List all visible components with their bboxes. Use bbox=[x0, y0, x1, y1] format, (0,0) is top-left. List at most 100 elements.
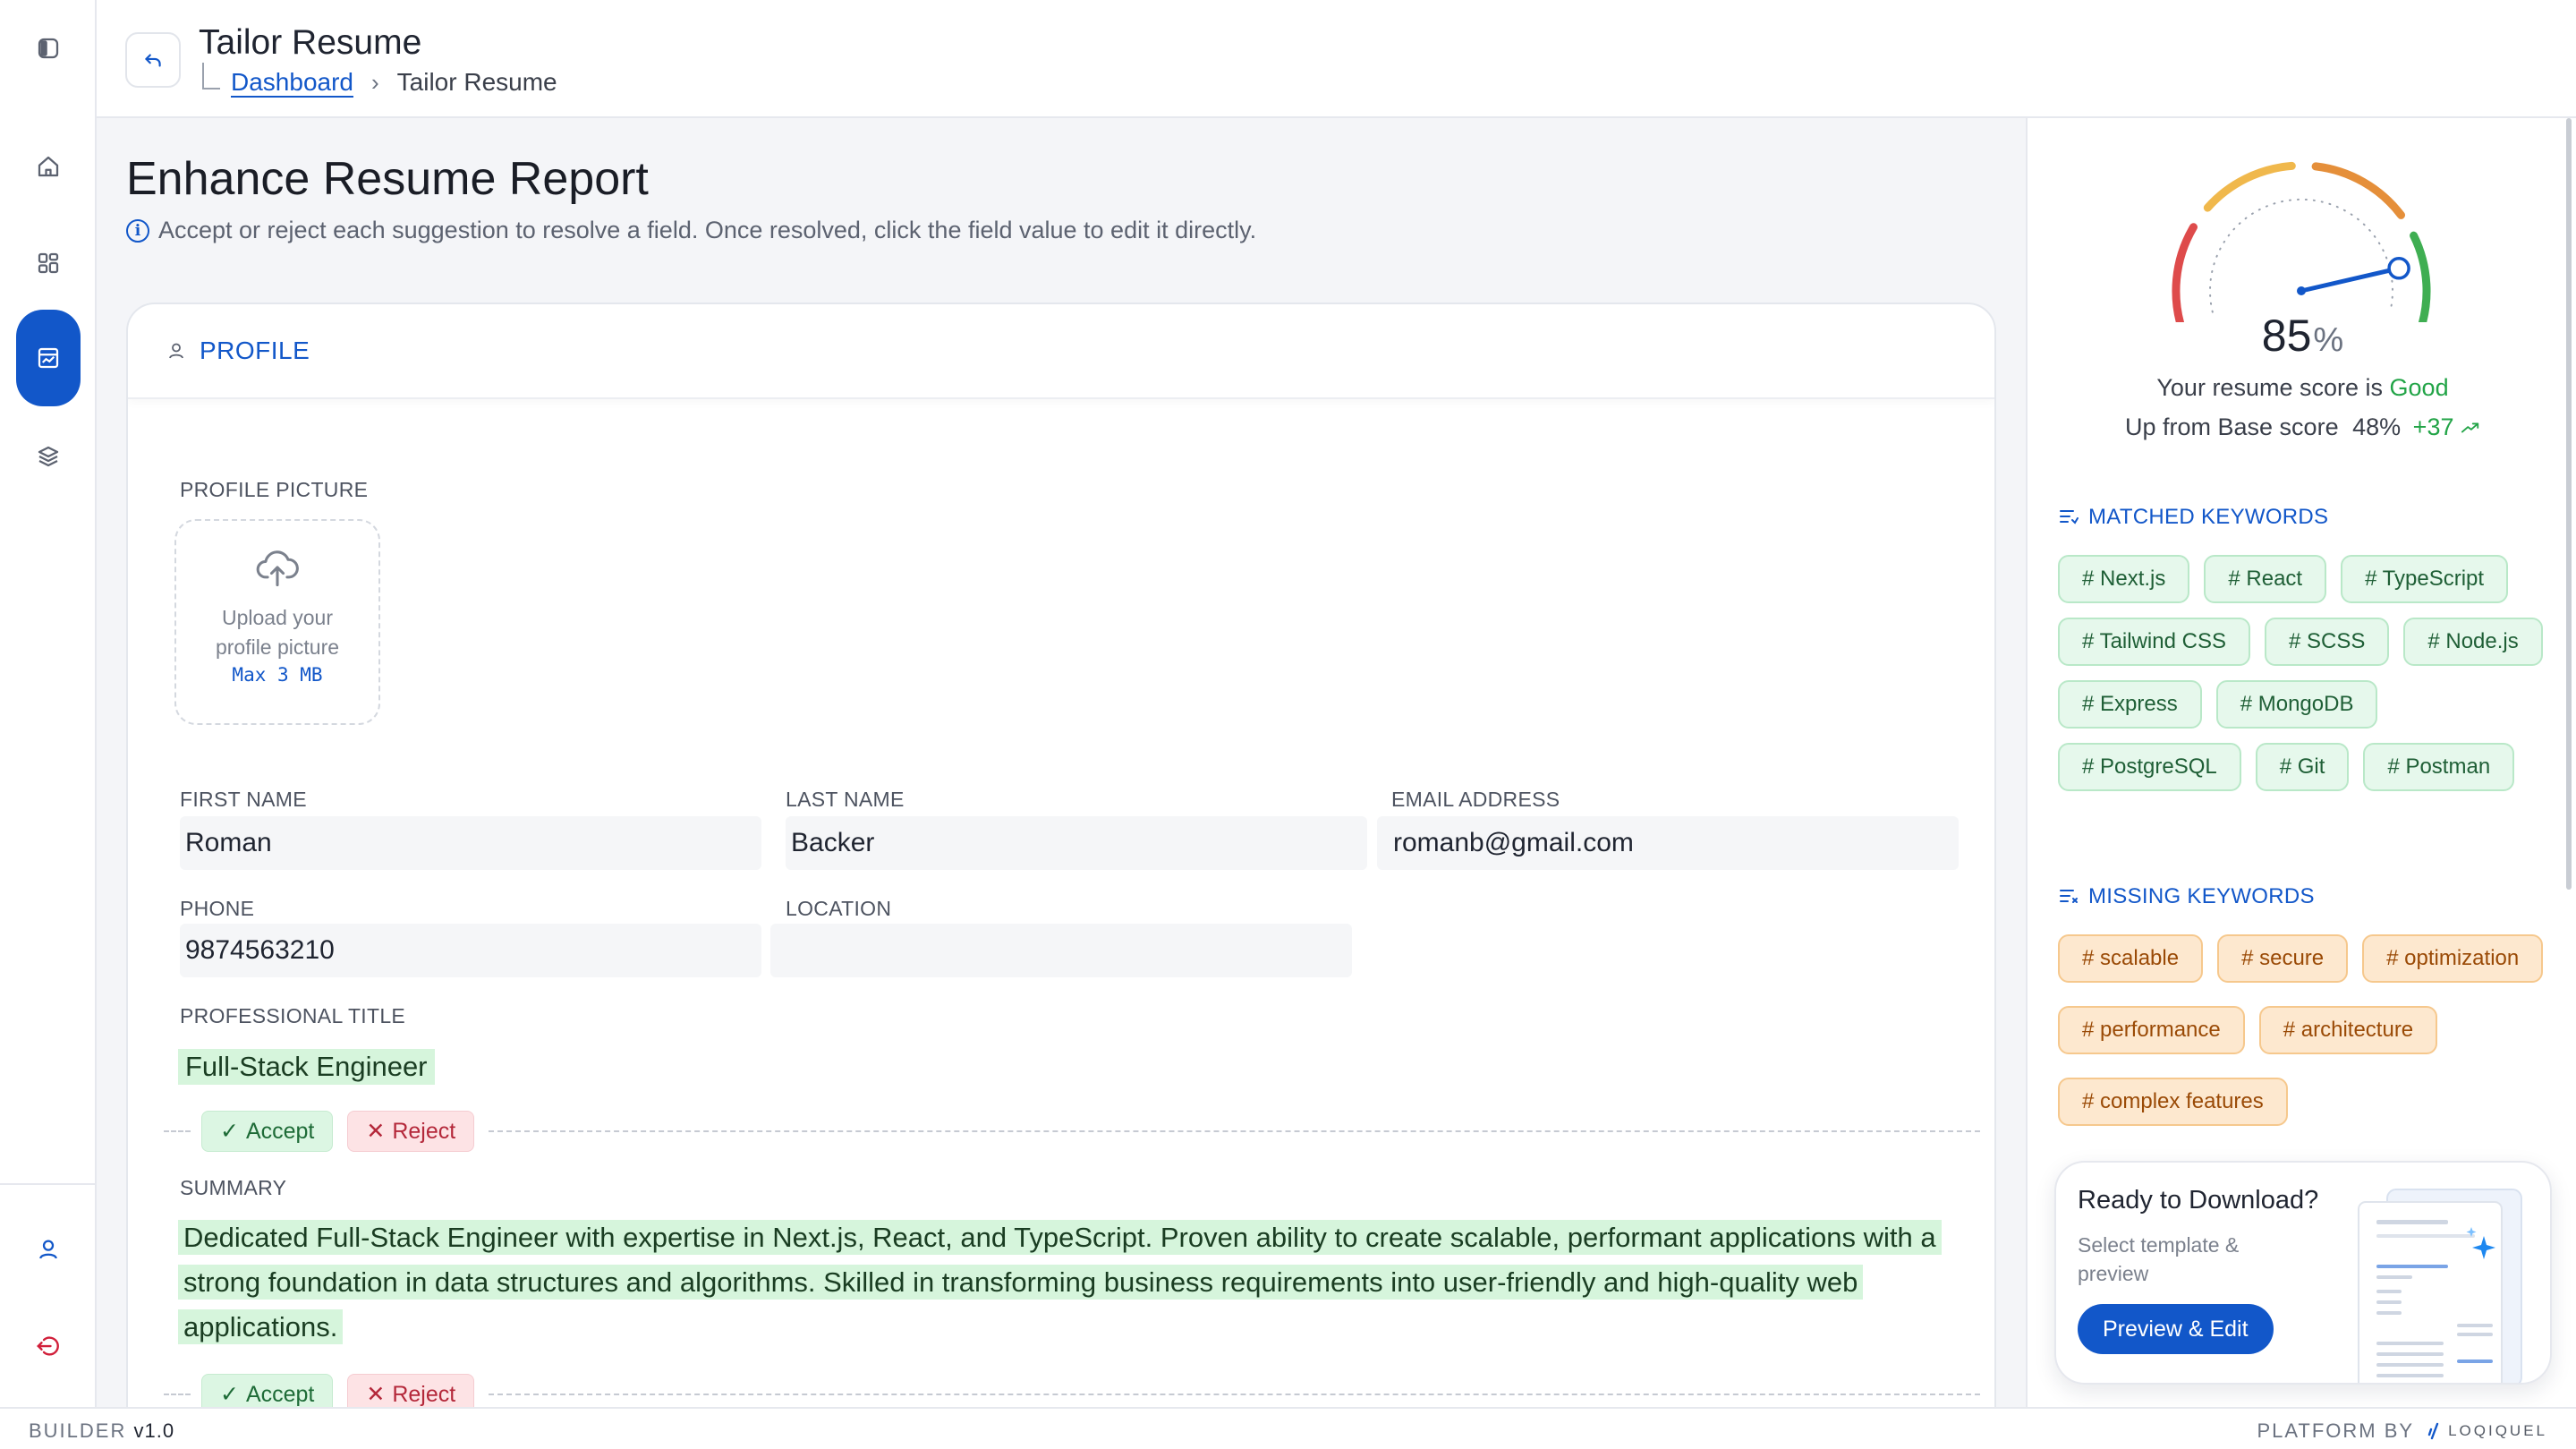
profile-picture-upload[interactable]: Upload your profile picture Max 3 MB bbox=[174, 519, 380, 725]
professional-title-label: PROFESSIONAL TITLE bbox=[180, 1004, 406, 1027]
score-value: 85% bbox=[2028, 310, 2576, 362]
breadcrumb-dashboard-link[interactable]: Dashboard bbox=[231, 68, 353, 97]
upload-hint: Upload your profile picture bbox=[216, 603, 339, 662]
back-button[interactable] bbox=[125, 32, 181, 88]
reject-label: Reject bbox=[392, 1118, 456, 1144]
trending-up-icon bbox=[2461, 422, 2479, 433]
nav-templates[interactable] bbox=[16, 424, 81, 489]
resume-icon bbox=[38, 347, 59, 369]
reject-label: Reject bbox=[392, 1381, 456, 1407]
score-rating-label: Your resume score is bbox=[2156, 374, 2384, 401]
base-score-label: Up from Base score bbox=[2125, 413, 2339, 440]
user-icon bbox=[169, 343, 183, 359]
missing-keyword-chip: # complex features bbox=[2058, 1078, 2288, 1126]
matched-keyword-chip: # Git bbox=[2255, 743, 2350, 791]
gauge-arc-low bbox=[2172, 223, 2198, 322]
summary-suggestion[interactable]: Dedicated Full-Stack Engineer with exper… bbox=[178, 1215, 1977, 1350]
profile-card: PROFILE PROFILE PICTURE Upload your prof… bbox=[126, 303, 1996, 1449]
reject-title-button[interactable]: ✕ Reject bbox=[347, 1111, 475, 1152]
first-name-label: FIRST NAME bbox=[180, 788, 307, 811]
layers-icon bbox=[38, 446, 59, 467]
phone-label: PHONE bbox=[180, 897, 255, 920]
divider bbox=[164, 1130, 191, 1132]
matched-keyword-chip: # Node.js bbox=[2403, 618, 2543, 666]
phone-field[interactable]: 9874563210 bbox=[180, 924, 761, 977]
builder-label: BUILDER bbox=[29, 1419, 127, 1442]
preview-edit-button[interactable]: Preview & Edit bbox=[2078, 1304, 2274, 1354]
missing-keyword-chip: # secure bbox=[2217, 934, 2349, 983]
gauge-pivot bbox=[2297, 286, 2306, 295]
accept-title-button[interactable]: ✓ Accept bbox=[201, 1111, 334, 1152]
nav-dashboard[interactable] bbox=[16, 231, 81, 295]
missing-keyword-chip: # architecture bbox=[2258, 1006, 2438, 1054]
score-rating: Good bbox=[2389, 374, 2449, 401]
breadcrumb: Dashboard › Tailor Resume bbox=[202, 63, 557, 97]
missing-keyword-chip: # performance bbox=[2058, 1006, 2245, 1054]
download-subtitle: Select template & preview bbox=[2078, 1233, 2240, 1285]
download-title: Ready to Download? bbox=[2078, 1186, 2319, 1215]
upload-hint-line1: Upload your bbox=[221, 606, 333, 629]
nav-home[interactable] bbox=[16, 134, 81, 199]
user-icon bbox=[39, 1240, 57, 1259]
score-delta: +37 bbox=[2412, 413, 2454, 440]
cloud-upload-icon bbox=[256, 550, 299, 587]
summary-label: SUMMARY bbox=[180, 1176, 287, 1199]
nav-tailor-resume[interactable] bbox=[16, 310, 81, 406]
first-name-field[interactable]: Roman bbox=[180, 816, 761, 870]
matched-keyword-chip: # Postman bbox=[2363, 743, 2515, 791]
matched-keyword-chip: # Tailwind CSS bbox=[2058, 618, 2250, 666]
matched-keyword-chip: # MongoDB bbox=[2215, 680, 2378, 729]
matched-keyword-chip: # SCSS bbox=[2264, 618, 2390, 666]
email-field[interactable]: romanb@gmail.com bbox=[1377, 816, 1959, 870]
gauge-needle bbox=[2299, 266, 2402, 294]
top-header: Tailor Resume Dashboard › Tailor Resume bbox=[97, 0, 2576, 118]
profile-picture-label: PROFILE PICTURE bbox=[180, 478, 369, 501]
nav-logout[interactable] bbox=[16, 1314, 81, 1378]
panel-scrollbar[interactable] bbox=[2566, 118, 2572, 890]
last-name-field[interactable]: Backer bbox=[786, 816, 1367, 870]
accept-label: Accept bbox=[245, 1118, 315, 1144]
profile-section-label: PROFILE bbox=[200, 337, 310, 364]
score-panel: 85% Your resume score is Good Up from Ba… bbox=[2026, 118, 2576, 1407]
brand-name: LOQIQUEL bbox=[2448, 1422, 2547, 1439]
missing-keyword-chip: # scalable bbox=[2058, 934, 2204, 983]
divider bbox=[489, 1394, 1980, 1395]
location-field[interactable] bbox=[770, 924, 1352, 977]
score-gauge bbox=[2172, 161, 2431, 322]
platform-label: PLATFORM BY bbox=[2257, 1419, 2415, 1442]
breadcrumb-current: Tailor Resume bbox=[396, 68, 557, 96]
divider bbox=[489, 1130, 1980, 1132]
matched-keyword-chip: # React bbox=[2204, 555, 2327, 603]
missing-keywords-list: # scalable # secure # optimization # perfor… bbox=[2058, 934, 2559, 1135]
matched-keyword-chip: # TypeScript bbox=[2341, 555, 2509, 603]
location-label: LOCATION bbox=[786, 897, 892, 920]
download-card: Ready to Download? Select template & pre… bbox=[2054, 1161, 2552, 1385]
accept-label: Accept bbox=[245, 1381, 315, 1407]
brand-logo: LOQIQUEL bbox=[2427, 1421, 2547, 1441]
report-instructions-text: Accept or reject each suggestion to reso… bbox=[158, 217, 1257, 243]
grid-icon bbox=[38, 252, 59, 274]
missing-keyword-chip: # optimization bbox=[2362, 934, 2544, 983]
upload-hint-line2: profile picture bbox=[215, 635, 340, 659]
icon-rail bbox=[0, 0, 97, 1407]
matched-keywords-title: MATCHED KEYWORDS bbox=[2088, 505, 2329, 529]
score-rating-line: Your resume score is Good bbox=[2028, 374, 2576, 402]
divider bbox=[164, 1394, 191, 1395]
matched-keyword-chip: # Express bbox=[2058, 680, 2202, 729]
missing-keywords-title: MISSING KEYWORDS bbox=[2088, 884, 2315, 908]
score-number: 85 bbox=[2261, 311, 2312, 361]
sidebar-toggle-button[interactable] bbox=[16, 16, 81, 81]
builder-version: BUILDER v1.0 bbox=[29, 1419, 174, 1443]
upload-size-limit: Max 3 MB bbox=[232, 664, 323, 686]
professional-title-suggestion[interactable]: Full-Stack Engineer bbox=[178, 1049, 435, 1085]
close-icon: ✕ bbox=[366, 1382, 386, 1407]
check-icon: ✓ bbox=[220, 1382, 239, 1407]
nav-account[interactable] bbox=[16, 1217, 81, 1282]
page-header-title: Tailor Resume bbox=[199, 23, 422, 62]
version-number: v1.0 bbox=[133, 1419, 175, 1442]
gauge-arc-high bbox=[2311, 162, 2405, 219]
summary-text: Dedicated Full-Stack Engineer with exper… bbox=[178, 1220, 1942, 1344]
title-suggestion-actions: ✓ Accept ✕ Reject bbox=[164, 1110, 1980, 1153]
profile-section-header[interactable]: PROFILE bbox=[128, 304, 1994, 399]
info-icon: i bbox=[126, 218, 149, 243]
